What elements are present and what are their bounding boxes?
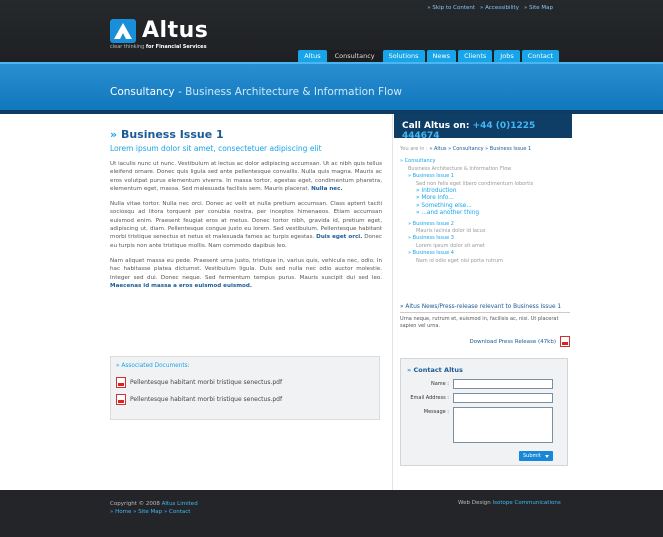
breadcrumb-altus[interactable]: » Altus [429, 146, 446, 152]
breadcrumb-consultancy[interactable]: » Consultancy [448, 146, 483, 152]
article-paragraph: Nulla vitae tortor. Nulla nec orci. Done… [110, 201, 383, 249]
contact-form: » Contact Altus Name : Email Address : M… [400, 358, 568, 466]
document-link[interactable]: Pellentesque habitant morbi tristique se… [116, 377, 282, 388]
tab-solutions[interactable]: Solutions [382, 50, 425, 62]
sidebar-item-consultancy[interactable]: » Consultancy [400, 158, 570, 165]
main-navigation: Altus Consultancy Solutions News Clients… [298, 50, 559, 62]
sidebar-item-description: Mauris lacinia dolor id lacus [416, 228, 486, 235]
main-content-area: » Business Issue 1 Lorem ipsum dolor sit… [0, 114, 663, 490]
skip-to-content-link[interactable]: » Skip to Content [427, 5, 475, 11]
tab-contact[interactable]: Contact [521, 50, 559, 62]
pdf-icon [560, 336, 570, 347]
email-field[interactable] [453, 393, 553, 403]
tab-clients[interactable]: Clients [458, 50, 493, 62]
web-design-credit: Web Design Isotope Communications [458, 500, 561, 506]
name-label: Name : [430, 381, 449, 387]
message-label: Message : [423, 409, 449, 415]
designer-link[interactable]: Isotope Communications [492, 500, 560, 506]
sidebar-item-something-else[interactable]: » Something else... [400, 203, 570, 210]
breadcrumb: You are in : » Altus » Consultancy » Bus… [400, 146, 532, 152]
article-subtitle: Lorem ipsum dolor sit amet, consectetuer… [110, 144, 322, 153]
name-field[interactable] [453, 379, 553, 389]
sidebar-item-business-issue-1[interactable]: » Business Issue 1 [400, 173, 570, 180]
site-footer: Copyright © 2008 Altus Limited » Home » … [0, 490, 663, 537]
footer-contact-link[interactable]: » Contact [164, 509, 191, 515]
page-title: Consultancy - Business Architecture & In… [110, 86, 402, 98]
sidebar-item-introduction[interactable]: » Introduction [400, 188, 570, 195]
altus-logo-icon [110, 18, 136, 43]
call-banner: Call Altus on: +44 (0)1225 444674 [394, 114, 572, 141]
news-panel: » Altus News/Press-release relevant to B… [400, 304, 570, 347]
copyright: Copyright © 2008 Altus Limited » Home » … [110, 501, 198, 515]
sidebar-item-business-issue-2[interactable]: » Business Issue 2 [400, 221, 570, 228]
sidebar-item-description: Business Architecture & Information Flow [408, 165, 512, 172]
sidebar-item-business-issue-4[interactable]: » Business Issue 4 [400, 250, 570, 257]
sidebar-item-more-info[interactable]: » More info... [400, 195, 570, 202]
brand-name: Altus [142, 18, 209, 43]
breadcrumb-business-issue-1[interactable]: » Business Issue 1 [485, 146, 531, 152]
tab-jobs[interactable]: Jobs [494, 50, 520, 62]
article-paragraph: Ut iaculis nunc ut nunc. Vestibulum at l… [110, 161, 382, 192]
sidebar-item-description: Lorem ipsum dolor sit amet [416, 242, 485, 249]
altus-limited-link[interactable]: Altus Limited [162, 501, 198, 507]
utility-links: » Skip to Content » Accessibility » Site… [427, 5, 553, 11]
sidebar-item-description: Sed non felis eget libero condimentum lo… [416, 180, 534, 187]
documents-heading: » Associated Documents: [116, 363, 190, 369]
associated-documents-panel: » Associated Documents: Pellentesque hab… [110, 356, 380, 420]
tagline: clear thinking for Financial Services [110, 44, 207, 50]
footer-home-link[interactable]: » Home [110, 509, 131, 515]
news-body: Urna neque, rutrum et, euismod in, facil… [400, 316, 559, 329]
section-banner: Consultancy - Business Architecture & In… [0, 62, 663, 110]
news-heading[interactable]: » Altus News/Press-release relevant to B… [400, 304, 570, 313]
tab-news[interactable]: News [426, 50, 457, 62]
article: » Business Issue 1 Lorem ipsum dolor sit… [110, 128, 382, 290]
section-navigation: You are in : » Altus » Consultancy » Bus… [400, 146, 570, 265]
site-header: Altus clear thinking for Financial Servi… [0, 0, 663, 62]
article-paragraph: Nam aliquet massa eu pede. Praesent urna… [110, 257, 382, 289]
altus-logo[interactable]: Altus [110, 18, 208, 43]
accessibility-link[interactable]: » Accessibility [480, 5, 519, 11]
contact-form-heading: » Contact Altus [407, 366, 463, 374]
article-title: » Business Issue 1 [110, 128, 224, 141]
column-divider [392, 114, 393, 490]
document-link[interactable]: Pellentesque habitant morbi tristique se… [116, 394, 282, 405]
pdf-icon [116, 377, 126, 388]
site-map-link[interactable]: » Site Map [524, 5, 553, 11]
pdf-icon [116, 394, 126, 405]
message-field[interactable] [453, 407, 553, 443]
tab-consultancy[interactable]: Consultancy [328, 50, 381, 62]
sidebar-item-description: Nam id odio eget nisi porta rutrum [416, 257, 503, 264]
sidebar-item-business-issue-3[interactable]: » Business Issue 3 [400, 235, 570, 242]
download-press-release-link[interactable]: Download Press Release (47kb) [400, 336, 570, 347]
tab-altus[interactable]: Altus [298, 50, 327, 62]
email-label: Email Address : [410, 395, 449, 401]
sidebar-item-another-thing[interactable]: » ...and another thing [400, 210, 570, 217]
submit-button[interactable]: Submit [519, 451, 553, 461]
footer-site-map-link[interactable]: » Site Map [133, 509, 162, 515]
